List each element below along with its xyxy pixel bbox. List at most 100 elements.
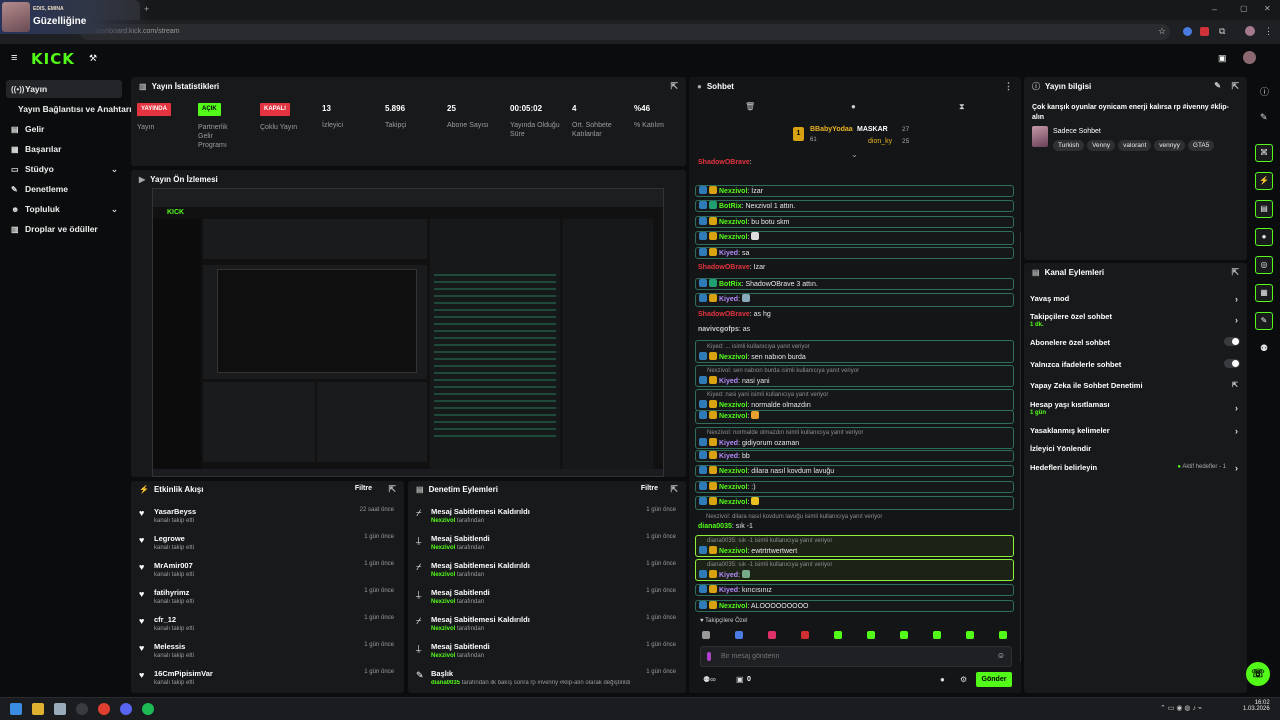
profile-avatar[interactable]	[1245, 26, 1255, 36]
moderator-name[interactable]: Nexzivol	[431, 572, 455, 578]
sidebar-item-yayin[interactable]: ((•)) Yayın	[6, 80, 122, 98]
kick-logo[interactable]: KICK	[31, 50, 75, 68]
rail-button-notes[interactable]: ▤	[1255, 200, 1273, 218]
close-window-icon[interactable]: ✕	[1264, 4, 1271, 13]
chat-reply-message[interactable]: diana0035: sık -1 isimli kullanıcıya yan…	[695, 559, 1014, 581]
chat-reply-message[interactable]: diana0035: sık -1 isimli kullanıcıya yan…	[695, 535, 1014, 557]
hourglass-icon[interactable]: ⧗	[959, 102, 965, 112]
sidebar-item-denetleme[interactable]: ✎ Denetleme	[6, 180, 122, 198]
chat-username[interactable]: Nexzivol	[719, 402, 747, 409]
chat-message[interactable]: Kiyed: kırıcısınız	[695, 584, 1014, 596]
moderator-name[interactable]: Nexzivol	[431, 653, 455, 659]
chat-username[interactable]: navivcgofps	[698, 326, 739, 333]
chat-message[interactable]: Nexzivol:	[695, 410, 1014, 424]
emoji-icon[interactable]: ☺	[997, 651, 1005, 660]
activity-user[interactable]: MrAmir007	[154, 561, 193, 570]
chat-reply-message[interactable]: Kiyed: ... isimli kullanıcıya yanıt veri…	[695, 340, 1014, 363]
emote-icon[interactable]	[900, 631, 908, 639]
bookmark-star-icon[interactable]: ☆	[1158, 26, 1166, 37]
chat-username[interactable]: BotRix	[719, 281, 742, 288]
chat-username[interactable]: Kiyed	[719, 572, 738, 579]
windows-start-icon[interactable]	[10, 703, 22, 715]
action-account-age[interactable]: Hesap yaşı kısıtlaması 1 gün ›	[1030, 400, 1242, 416]
extension-icon[interactable]	[1183, 27, 1192, 36]
sidebar-item-studyo[interactable]: ▭ Stüdyo ⌄	[6, 160, 122, 178]
chat-username[interactable]: ShadowOBrave	[698, 159, 750, 166]
action-emotes-only[interactable]: Yalnızca ifadelerle sohbet	[1030, 359, 1242, 369]
chat-message[interactable]: BotRix: ShadowOBrave 3 attın.	[695, 278, 1014, 290]
send-button[interactable]: Gönder	[976, 672, 1012, 687]
chat-username[interactable]: Nexzivol	[719, 468, 747, 475]
settings-gear-icon[interactable]: ⚙	[960, 675, 967, 684]
chat-username[interactable]: diana0035	[698, 523, 732, 530]
chat-username[interactable]: Nexzivol	[719, 603, 747, 610]
popout-icon[interactable]: ⇱	[670, 81, 678, 92]
spotify-icon[interactable]	[142, 703, 154, 715]
chrome-icon[interactable]	[98, 703, 110, 715]
popout-icon[interactable]: ⇱	[388, 484, 396, 495]
file-explorer-icon[interactable]	[32, 703, 44, 715]
sidebar-item-stream-key[interactable]: Yayın Bağlantısı ve Anahtarı	[13, 100, 138, 118]
sidebar-item-gelir[interactable]: ▤ Gelir	[6, 120, 122, 138]
leaderboard-user[interactable]: dion_ky	[868, 138, 892, 145]
action-banned-words[interactable]: Yasaklanmış kelimeler ›	[1030, 426, 1242, 436]
emote-icon[interactable]	[933, 631, 941, 639]
browser-menu-icon[interactable]: ⋮	[1264, 26, 1273, 37]
popout-icon[interactable]: ⇱	[670, 484, 678, 495]
emote-icon[interactable]	[735, 631, 743, 639]
filter-button[interactable]: Filtre	[355, 485, 372, 492]
chat-reply-message[interactable]: Kiyed: nasi yani isimli kullanıcıya yanı…	[695, 389, 1014, 411]
emote-icon[interactable]	[702, 631, 710, 639]
popout-icon[interactable]: ⇱	[1231, 81, 1239, 92]
moderator-name[interactable]: Nexzivol	[431, 518, 455, 524]
chat-username[interactable]: Nexzivol	[719, 548, 747, 555]
extensions-puzzle-icon[interactable]: ⧉	[1219, 26, 1225, 37]
chat-message[interactable]: ShadowOBrave: İzar	[695, 263, 1014, 275]
chat-username[interactable]: Kiyed	[719, 296, 738, 303]
chat-username[interactable]: ShadowOBrave	[698, 311, 750, 318]
stream-preview-video[interactable]: KICK	[152, 188, 664, 477]
info-icon[interactable]: ⓘ	[1260, 85, 1269, 98]
edit-pencil-icon[interactable]: ✎	[1214, 81, 1221, 90]
subscribers-only-toggle[interactable]	[1224, 337, 1240, 346]
sidebar-item-basarilar[interactable]: ▦ Başarılar	[6, 140, 122, 158]
chat-message[interactable]: Nexzivol: dilara nasıl kovdum lavuğu	[695, 465, 1014, 477]
chat-message[interactable]: navivcgofps: as	[695, 325, 1014, 337]
maximize-icon[interactable]: ▢	[1240, 4, 1248, 13]
activity-user[interactable]: YasarBeyss	[154, 507, 196, 516]
gift-icon[interactable]: ▣	[736, 675, 744, 684]
minimize-icon[interactable]: –	[1212, 4, 1217, 14]
address-bar[interactable]: dashboard.kick.com/stream	[80, 24, 1170, 40]
chat-username[interactable]: Nexzivol	[719, 234, 747, 241]
rail-button-chat[interactable]: ●	[1255, 228, 1273, 246]
popout-icon[interactable]: ⇱	[1231, 267, 1239, 278]
app-icon[interactable]	[54, 703, 66, 715]
chat-message[interactable]: Nexzivol:	[695, 231, 1014, 245]
users-icon[interactable]: ⚉	[1260, 343, 1268, 354]
app-icon[interactable]	[76, 703, 88, 715]
emote-icon[interactable]	[999, 631, 1007, 639]
chat-message[interactable]: Nexzivol: bu botu skm	[695, 216, 1014, 228]
user-avatar[interactable]	[1243, 51, 1256, 64]
more-icon[interactable]: ⋮	[1004, 81, 1013, 92]
tag[interactable]: Turkish	[1053, 140, 1085, 151]
edit-pencil-icon[interactable]: ✎	[1260, 112, 1268, 123]
chat-scrollbar[interactable]	[1020, 232, 1021, 662]
chat-username[interactable]: Nexzivol	[719, 499, 747, 506]
emotes-only-toggle[interactable]	[1224, 359, 1240, 368]
action-set-goals[interactable]: Hedefleri belirleyin ● Aktif hedefler - 1…	[1030, 463, 1242, 473]
chat-reply-message[interactable]: Nexzivol: normalde olmazdın isimli kulla…	[695, 427, 1014, 449]
chat-bubble-icon[interactable]: ●	[851, 102, 856, 111]
emote-icon[interactable]	[966, 631, 974, 639]
chat-reply-message[interactable]: Nexzivol: sen nabıon burda isimli kullan…	[695, 365, 1014, 387]
emote-icon[interactable]	[834, 631, 842, 639]
tag[interactable]: vennyy	[1154, 140, 1185, 151]
clock[interactable]: 16:02 1.03.2026	[1243, 700, 1270, 712]
help-chat-button[interactable]: ☏	[1246, 662, 1270, 686]
action-subscribers-only[interactable]: Abonelere özel sohbet	[1030, 337, 1242, 347]
sidebar-item-topluluk[interactable]: ☻ Topluluk ⌄	[6, 200, 122, 218]
activity-user[interactable]: cfr_12	[154, 615, 176, 624]
moderator-name[interactable]: diana0035	[431, 680, 460, 686]
activity-user[interactable]: Melessis	[154, 642, 185, 651]
rail-button-layout[interactable]: ▦	[1255, 284, 1273, 302]
